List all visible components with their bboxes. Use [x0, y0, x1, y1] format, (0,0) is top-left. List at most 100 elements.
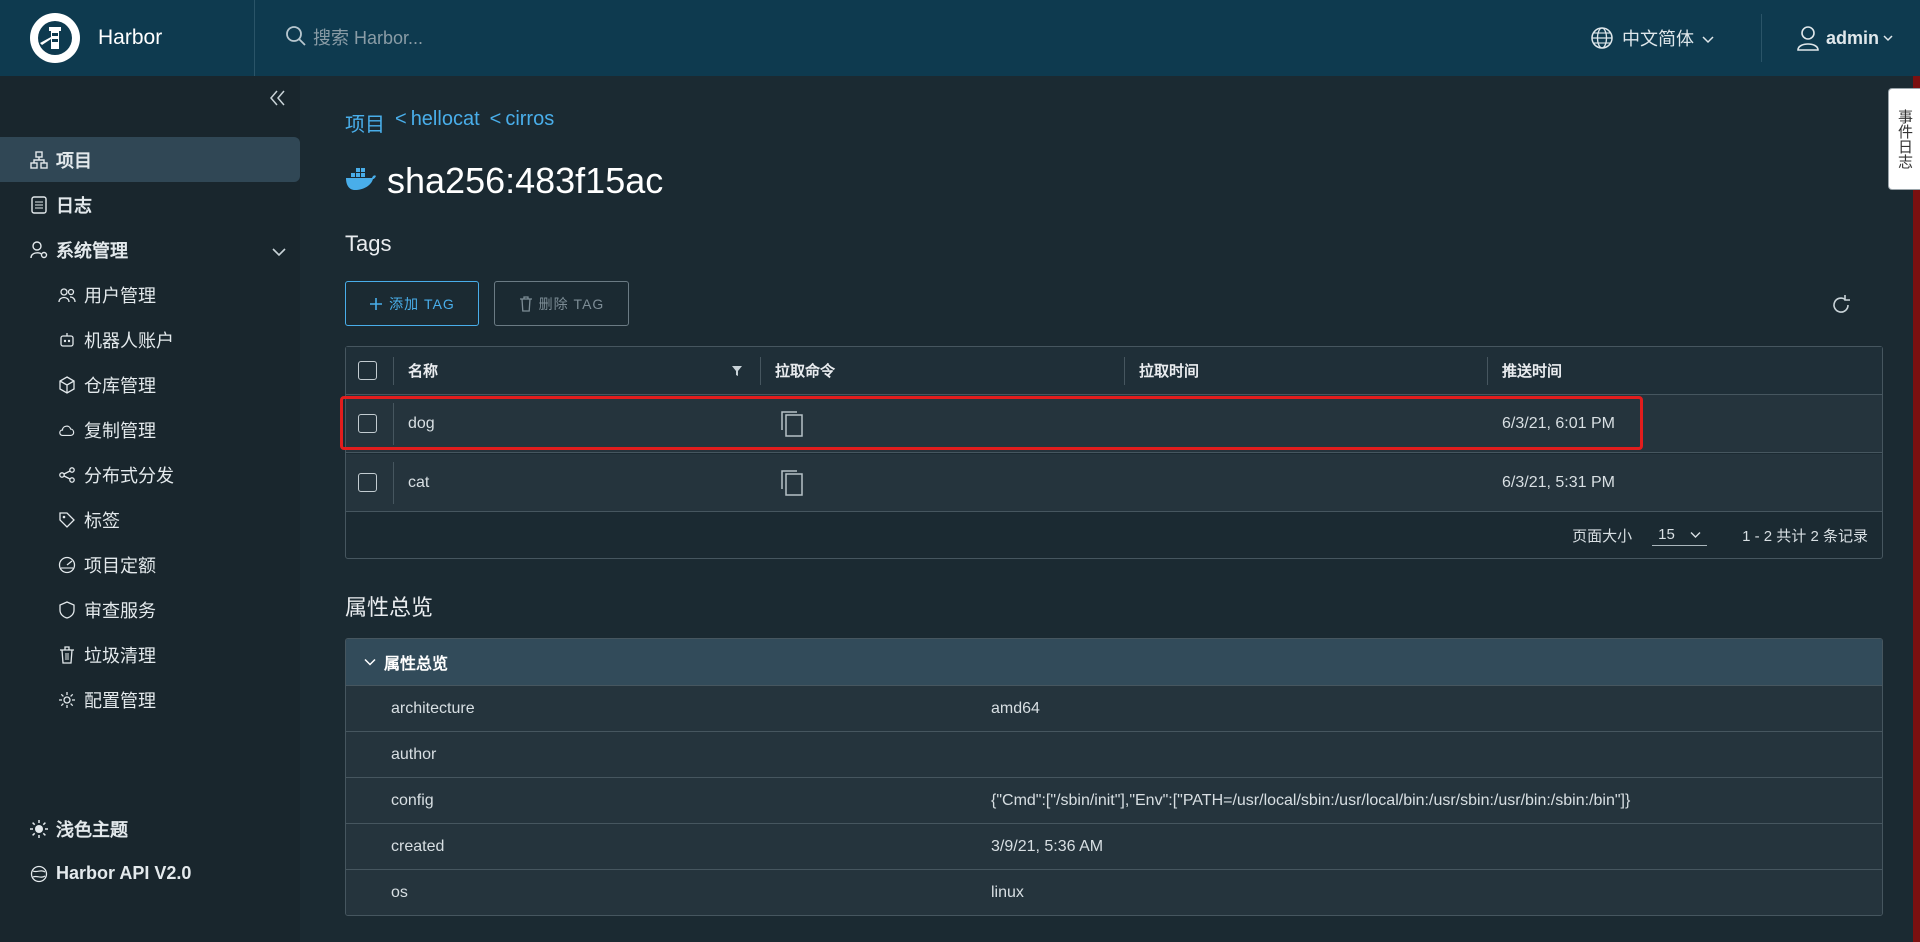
- tag-push-time: 6/3/21, 5:31 PM: [1502, 473, 1615, 491]
- tag-push-time: 6/3/21, 6:01 PM: [1502, 414, 1615, 432]
- property-row: config {"Cmd":["/sbin/init"],"Env":["PAT…: [346, 777, 1882, 823]
- language-selector[interactable]: 中文简体: [1590, 0, 1714, 76]
- theme-toggle-label: 浅色主题: [56, 819, 128, 840]
- chevron-down-icon: [272, 241, 286, 262]
- sidebar-item-label: 日志: [56, 195, 92, 216]
- chevron-down-icon: [1883, 34, 1893, 42]
- sidebar-item-label: 分布式分发: [84, 465, 174, 486]
- column-header-push-time[interactable]: 推送时间: [1502, 347, 1562, 394]
- tag-icon: [58, 511, 76, 529]
- copy-icon[interactable]: [779, 395, 805, 452]
- breadcrumb-project-hellocat[interactable]: hellocat: [411, 108, 480, 137]
- event-log-tab[interactable]: 事件日志: [1888, 88, 1920, 190]
- sidebar-item-distribution[interactable]: 分布式分发: [0, 452, 300, 497]
- sidebar-item-system-admin[interactable]: 系统管理: [0, 227, 300, 272]
- harbor-api-label: Harbor API V2.0: [56, 863, 192, 883]
- users-icon: [58, 286, 76, 304]
- sidebar-item-project-quotas[interactable]: 项目定额: [0, 542, 300, 587]
- row-checkbox[interactable]: [358, 454, 377, 511]
- sidebar-item-label: 配置管理: [84, 690, 156, 711]
- sidebar-item-registries[interactable]: 仓库管理: [0, 362, 300, 407]
- property-key: architecture: [391, 700, 475, 717]
- page-size-select[interactable]: 15: [1652, 525, 1708, 546]
- breadcrumb-projects[interactable]: 项目: [345, 108, 385, 137]
- search-input[interactable]: [313, 27, 713, 49]
- properties-panel: 属性总览 architecture amd64 author config {"…: [345, 638, 1883, 916]
- sidebar-item-label: 用户管理: [84, 285, 156, 306]
- sidebar-item-label: 系统管理: [56, 240, 128, 261]
- sidebar-item-robot-accounts[interactable]: 机器人账户: [0, 317, 300, 362]
- shield-icon: [58, 600, 76, 619]
- theme-toggle[interactable]: 浅色主题: [0, 806, 300, 851]
- property-value: linux: [991, 884, 1024, 901]
- top-header: Harbor 中文简体 admin: [0, 0, 1920, 76]
- harbor-logo-icon: [30, 13, 80, 63]
- filter-icon[interactable]: [731, 347, 743, 394]
- sidebar-item-label: 复制管理: [84, 420, 156, 441]
- sidebar-item-label: 项目定额: [84, 555, 156, 576]
- tag-name: dog: [408, 414, 435, 432]
- project-icon: [30, 150, 48, 169]
- property-row: architecture amd64: [346, 685, 1882, 731]
- table-row[interactable]: dog 6/3/21, 6:01 PM: [346, 395, 1882, 453]
- delete-tag-button[interactable]: 删除 TAG: [494, 281, 629, 326]
- header-divider: [1761, 14, 1762, 62]
- sidebar-item-label: 垃圾清理: [84, 645, 156, 666]
- property-value: amd64: [991, 700, 1040, 717]
- admin-icon: [30, 240, 48, 259]
- trash-icon: [58, 645, 76, 664]
- sidebar-item-configuration[interactable]: 配置管理: [0, 677, 300, 722]
- trash-icon: [519, 295, 533, 312]
- sidebar-item-projects[interactable]: 项目: [0, 137, 300, 182]
- property-value: {"Cmd":["/sbin/init"],"Env":["PATH=/usr/…: [991, 792, 1631, 809]
- collapse-sidebar-icon[interactable]: [268, 88, 288, 108]
- add-tag-button[interactable]: 添加 TAG: [345, 281, 479, 326]
- sidebar-item-label: 机器人账户: [84, 330, 174, 351]
- global-search[interactable]: [285, 18, 1485, 58]
- table-row[interactable]: cat 6/3/21, 5:31 PM: [346, 454, 1882, 512]
- property-key: config: [391, 792, 434, 809]
- page-size-value: 15: [1658, 525, 1675, 543]
- api-icon: [30, 865, 48, 883]
- property-key: created: [391, 838, 445, 855]
- delete-tag-label: 删除 TAG: [538, 295, 605, 312]
- sidebar-item-labels[interactable]: 标签: [0, 497, 300, 542]
- user-menu[interactable]: admin: [1796, 0, 1893, 76]
- properties-panel-header[interactable]: 属性总览: [346, 639, 1882, 685]
- gear-icon: [58, 691, 76, 709]
- brand-name: Harbor: [98, 26, 163, 49]
- replication-icon: [58, 421, 76, 439]
- sidebar-item-label: 仓库管理: [84, 375, 156, 396]
- page-size-label: 页面大小: [1572, 528, 1633, 545]
- event-log-label: 事件日志: [1896, 109, 1913, 169]
- copy-icon[interactable]: [779, 454, 805, 511]
- chevron-down-icon: [1702, 28, 1714, 49]
- refresh-icon[interactable]: [1830, 294, 1852, 316]
- main-content: 项目 < hellocat < cirros sha256:483f15ac T…: [300, 76, 1920, 942]
- search-icon: [285, 25, 307, 52]
- row-checkbox[interactable]: [358, 395, 377, 452]
- distribution-icon: [58, 466, 76, 484]
- artifact-digest-title: sha256:483f15ac: [387, 160, 664, 201]
- globe-icon: [1590, 26, 1614, 50]
- tags-section-title: Tags: [345, 231, 392, 256]
- column-header-name[interactable]: 名称: [408, 347, 438, 394]
- sidebar-item-garbage-collection[interactable]: 垃圾清理: [0, 632, 300, 677]
- sidebar-item-users[interactable]: 用户管理: [0, 272, 300, 317]
- sidebar-item-replications[interactable]: 复制管理: [0, 407, 300, 452]
- select-all-checkbox[interactable]: [358, 347, 377, 394]
- username: admin: [1826, 27, 1880, 48]
- chevron-down-icon: [364, 658, 376, 666]
- harbor-api-link[interactable]: Harbor API V2.0: [0, 851, 300, 896]
- property-key: os: [391, 884, 408, 901]
- property-key: author: [391, 746, 437, 763]
- property-row: os linux: [346, 869, 1882, 915]
- breadcrumb-separator: <: [395, 108, 407, 130]
- breadcrumb-repo-cirros[interactable]: cirros: [505, 108, 554, 137]
- sidebar-item-logs[interactable]: 日志: [0, 182, 300, 227]
- column-header-pull-time[interactable]: 拉取时间: [1139, 347, 1199, 394]
- brand[interactable]: Harbor: [0, 0, 255, 76]
- robot-icon: [58, 331, 76, 349]
- sidebar: 项目 日志 系统管理 用户管理 机器人账户 仓库管理 复制管理 分布式分发 标签…: [0, 76, 300, 942]
- sidebar-item-interrogation-services[interactable]: 审查服务: [0, 587, 300, 632]
